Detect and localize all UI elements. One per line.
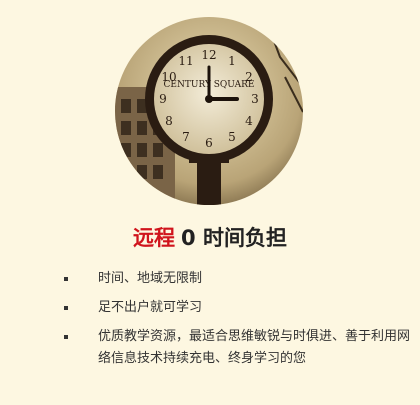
clock-numeral-5: 5 xyxy=(228,130,236,144)
clock-post xyxy=(197,157,221,205)
clock-illustration: 12 1 2 3 4 5 6 7 8 9 10 11 CENTURY SQUAR… xyxy=(115,17,303,205)
feature-text: 优质教学资源，最适合思维敏锐与时俱进、善于利用网络信息技术持续充电、终身学习的您 xyxy=(98,329,411,366)
clock-photo: 12 1 2 3 4 5 6 7 8 9 10 11 CENTURY SQUAR… xyxy=(115,17,303,205)
clock-numeral-7: 7 xyxy=(182,130,190,144)
bullet-icon xyxy=(64,335,68,339)
feature-list: 时间、地域无限制 足不出户就可学习 优质教学资源，最适合思维敏锐与时俱进、善于利… xyxy=(62,268,412,377)
feature-item: 优质教学资源，最适合思维敏锐与时俱进、善于利用网络信息技术持续充电、终身学习的您 xyxy=(62,326,412,370)
feature-item: 足不出户就可学习 xyxy=(62,297,412,319)
feature-item: 时间、地域无限制 xyxy=(62,268,412,290)
section-heading: 远程 0 时间负担 xyxy=(0,224,420,252)
bullet-icon xyxy=(64,277,68,281)
clock-numeral-6: 6 xyxy=(205,136,213,150)
feature-text: 时间、地域无限制 xyxy=(98,271,203,286)
heading-accent: 远程 xyxy=(133,225,176,250)
clock-numeral-11: 11 xyxy=(178,54,193,68)
clock-numeral-8: 8 xyxy=(165,114,173,128)
feature-text: 足不出户就可学习 xyxy=(98,300,203,315)
heading-text: 0 时间负担 xyxy=(181,226,287,250)
clock-numeral-3: 3 xyxy=(251,92,259,106)
bullet-icon xyxy=(64,306,68,310)
clock-numeral-12: 12 xyxy=(201,48,216,62)
clock-numeral-1: 1 xyxy=(228,54,236,68)
clock-numeral-4: 4 xyxy=(245,114,253,128)
clock-numeral-9: 9 xyxy=(159,92,167,106)
